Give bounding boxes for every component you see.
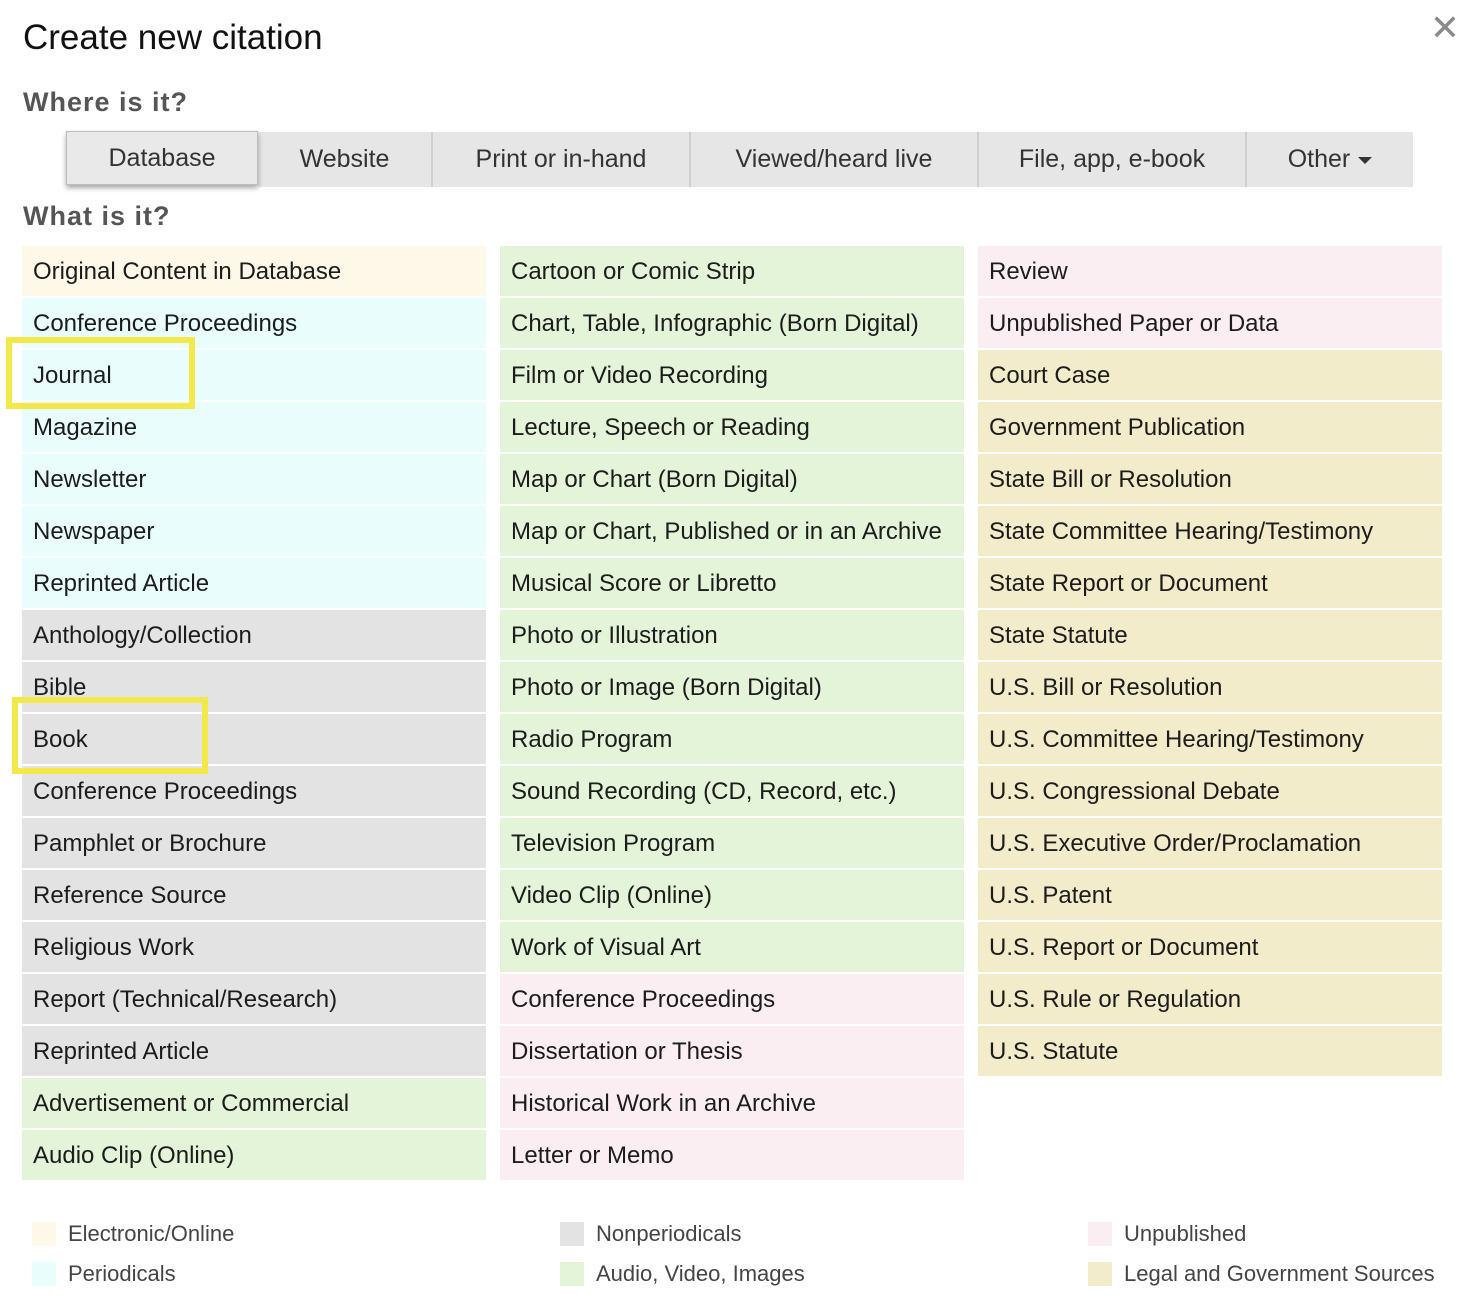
tab-label: Other bbox=[1287, 145, 1351, 173]
type-item-u-s-congressional-debate[interactable]: U.S. Congressional Debate bbox=[978, 766, 1442, 816]
journal-highlight-box bbox=[6, 337, 195, 409]
type-item-work-of-visual-art[interactable]: Work of Visual Art bbox=[500, 922, 964, 972]
type-item-map-or-chart-born-digital[interactable]: Map or Chart (Born Digital) bbox=[500, 454, 964, 504]
close-icon[interactable]: ✕ bbox=[1428, 8, 1462, 48]
type-item-cartoon-or-comic-strip[interactable]: Cartoon or Comic Strip bbox=[500, 246, 964, 296]
type-item-dissertation-or-thesis[interactable]: Dissertation or Thesis bbox=[500, 1026, 964, 1076]
type-item-photo-or-image-born-digital[interactable]: Photo or Image (Born Digital) bbox=[500, 662, 964, 712]
type-item-newspaper[interactable]: Newspaper bbox=[22, 506, 486, 556]
type-item-state-committee-hearing-testimony[interactable]: State Committee Hearing/Testimony bbox=[978, 506, 1442, 556]
type-item-court-case[interactable]: Court Case bbox=[978, 350, 1442, 400]
legend-swatch bbox=[1088, 1222, 1112, 1246]
type-item-u-s-executive-order-proclamation[interactable]: U.S. Executive Order/Proclamation bbox=[978, 818, 1442, 868]
type-item-u-s-statute[interactable]: U.S. Statute bbox=[978, 1026, 1442, 1076]
source-tabs: Database Website Print or in-hand Viewed… bbox=[65, 131, 1413, 188]
type-item-historical-work-in-an-archive[interactable]: Historical Work in an Archive bbox=[500, 1078, 964, 1128]
type-item-u-s-patent[interactable]: U.S. Patent bbox=[978, 870, 1442, 920]
type-item-musical-score-or-libretto[interactable]: Musical Score or Libretto bbox=[500, 558, 964, 608]
type-item-government-publication[interactable]: Government Publication bbox=[978, 402, 1442, 452]
type-item-video-clip-online[interactable]: Video Clip (Online) bbox=[500, 870, 964, 920]
legend-swatch bbox=[560, 1222, 584, 1246]
type-item-u-s-bill-or-resolution[interactable]: U.S. Bill or Resolution bbox=[978, 662, 1442, 712]
type-item-state-bill-or-resolution[interactable]: State Bill or Resolution bbox=[978, 454, 1442, 504]
tab-label: Website bbox=[299, 145, 390, 173]
type-item-television-program[interactable]: Television Program bbox=[500, 818, 964, 868]
legend-label: Periodicals bbox=[68, 1261, 176, 1286]
type-item-lecture-speech-or-reading[interactable]: Lecture, Speech or Reading bbox=[500, 402, 964, 452]
type-item-newsletter[interactable]: Newsletter bbox=[22, 454, 486, 504]
legend-label: Nonperiodicals bbox=[596, 1221, 742, 1246]
type-item-conference-proceedings[interactable]: Conference Proceedings bbox=[500, 974, 964, 1024]
type-item-advertisement-or-commercial[interactable]: Advertisement or Commercial bbox=[22, 1078, 486, 1128]
tab-website[interactable]: Website bbox=[258, 132, 433, 187]
tab-label: Print or in-hand bbox=[475, 145, 647, 173]
type-item-letter-or-memo[interactable]: Letter or Memo bbox=[500, 1130, 964, 1180]
type-column-2: Cartoon or Comic Strip Chart, Table, Info… bbox=[500, 246, 964, 1182]
type-column-3: Review Unpublished Paper or Data Court Cas… bbox=[978, 246, 1442, 1078]
type-item-review[interactable]: Review bbox=[978, 246, 1442, 296]
legend-swatch bbox=[1088, 1262, 1112, 1286]
type-item-religious-work[interactable]: Religious Work bbox=[22, 922, 486, 972]
tab-label: Viewed/heard live bbox=[735, 145, 933, 173]
type-item-original-content-in-database[interactable]: Original Content in Database bbox=[22, 246, 486, 296]
type-item-reprinted-article[interactable]: Reprinted Article bbox=[22, 1026, 486, 1076]
tab-viewed-heard-live[interactable]: Viewed/heard live bbox=[691, 132, 979, 187]
caret-down-icon bbox=[1358, 156, 1373, 164]
legend-label: Legal and Government Sources bbox=[1124, 1261, 1435, 1286]
legend-swatch bbox=[560, 1262, 584, 1286]
type-item-u-s-rule-or-regulation[interactable]: U.S. Rule or Regulation bbox=[978, 974, 1442, 1024]
tab-label: Database bbox=[108, 144, 216, 172]
type-item-reprinted-article[interactable]: Reprinted Article bbox=[22, 558, 486, 608]
type-item-pamphlet-or-brochure[interactable]: Pamphlet or Brochure bbox=[22, 818, 486, 868]
type-item-u-s-report-or-document[interactable]: U.S. Report or Document bbox=[978, 922, 1442, 972]
legend-swatch bbox=[32, 1222, 56, 1246]
tab-label: File, app, e-book bbox=[1018, 145, 1206, 173]
type-item-map-or-chart-published-or-in-an-archive[interactable]: Map or Chart, Published or in an Archive bbox=[500, 506, 964, 556]
type-item-chart-table-infographic-born-digital[interactable]: Chart, Table, Infographic (Born Digital) bbox=[500, 298, 964, 348]
type-item-magazine[interactable]: Magazine bbox=[22, 402, 486, 452]
dialog-title: Create new citation bbox=[23, 18, 323, 57]
tab-file-app-ebook[interactable]: File, app, e-book bbox=[979, 132, 1247, 187]
tab-other[interactable]: Other bbox=[1247, 132, 1413, 187]
type-item-photo-or-illustration[interactable]: Photo or Illustration bbox=[500, 610, 964, 660]
type-item-sound-recording-cd-record-etc[interactable]: Sound Recording (CD, Record, etc.) bbox=[500, 766, 964, 816]
legend-label: Unpublished bbox=[1124, 1221, 1247, 1246]
type-item-audio-clip-online[interactable]: Audio Clip (Online) bbox=[22, 1130, 486, 1180]
legend-label: Electronic/Online bbox=[68, 1221, 235, 1246]
tab-database[interactable]: Database bbox=[66, 131, 258, 185]
type-item-u-s-committee-hearing-testimony[interactable]: U.S. Committee Hearing/Testimony bbox=[978, 714, 1442, 764]
type-item-radio-program[interactable]: Radio Program bbox=[500, 714, 964, 764]
type-item-report-technical-research[interactable]: Report (Technical/Research) bbox=[22, 974, 486, 1024]
type-item-anthology-collection[interactable]: Anthology/Collection bbox=[22, 610, 486, 660]
type-item-reference-source[interactable]: Reference Source bbox=[22, 870, 486, 920]
book-highlight-box bbox=[12, 697, 208, 774]
type-item-state-statute[interactable]: State Statute bbox=[978, 610, 1442, 660]
legend-label: Audio, Video, Images bbox=[596, 1261, 805, 1286]
what-heading: What is it? bbox=[23, 201, 171, 231]
legend-swatch bbox=[32, 1262, 56, 1286]
type-item-unpublished-paper-or-data[interactable]: Unpublished Paper or Data bbox=[978, 298, 1442, 348]
where-heading: Where is it? bbox=[23, 87, 189, 117]
tab-print-or-in-hand[interactable]: Print or in-hand bbox=[433, 132, 691, 187]
type-item-film-or-video-recording[interactable]: Film or Video Recording bbox=[500, 350, 964, 400]
type-item-state-report-or-document[interactable]: State Report or Document bbox=[978, 558, 1442, 608]
